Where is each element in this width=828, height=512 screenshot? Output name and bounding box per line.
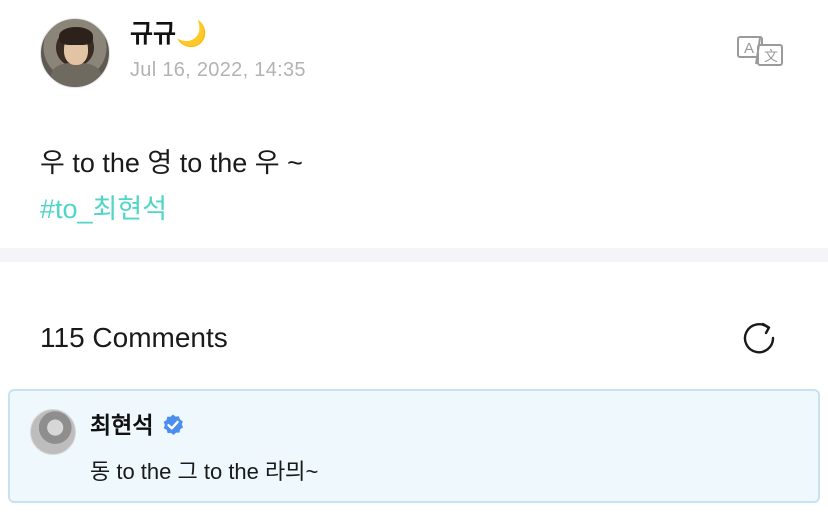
svg-text:A: A <box>744 40 754 57</box>
post-text: 우 to the 영 to the 우 ~ <box>40 148 303 178</box>
refresh-button[interactable] <box>740 318 780 358</box>
comment-author-name[interactable]: 최현석 <box>90 409 153 441</box>
comment-author-avatar[interactable] <box>30 409 76 455</box>
section-divider <box>0 248 828 262</box>
post-timestamp: Jul 16, 2022, 14:35 <box>130 59 306 81</box>
verified-badge-icon <box>164 414 184 435</box>
author-avatar[interactable] <box>40 18 110 88</box>
comments-count: 115 Comments <box>40 322 228 353</box>
comment-author-row: 최현석 <box>90 409 185 441</box>
avatar-body-shape <box>51 63 101 87</box>
post-header: 규규🌙 Jul 16, 2022, 14:35 A 文 <box>40 18 800 92</box>
author-name[interactable]: 규규🌙 <box>130 18 207 50</box>
refresh-icon <box>743 322 775 354</box>
translate-button[interactable]: A 文 <box>736 34 786 68</box>
avatar-hair-shape <box>59 27 93 45</box>
translate-icon: A 文 <box>737 36 783 66</box>
post-hashtag[interactable]: #to_최현석 <box>40 186 800 232</box>
svg-text:文: 文 <box>764 48 778 64</box>
comment-text: 동 to the 그 to the 라믜~ <box>90 459 319 484</box>
post-body: 우 to the 영 to the 우 ~ #to_최현석 <box>40 140 800 232</box>
comment-item-highlighted[interactable]: 최현석 동 to the 그 to the 라믜~ <box>8 389 820 503</box>
